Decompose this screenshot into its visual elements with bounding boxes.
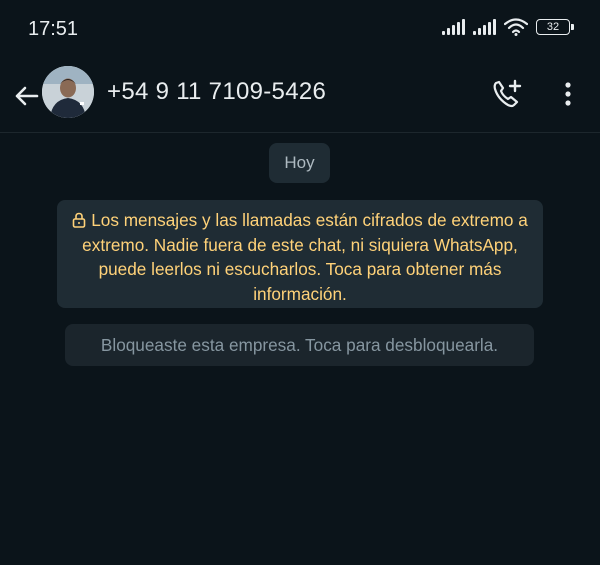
add-call-icon[interactable]: [490, 77, 524, 111]
battery-icon: 32: [536, 19, 574, 35]
signal-2-icon: [473, 19, 496, 35]
wifi-icon: [504, 18, 528, 36]
encryption-notice[interactable]: Los mensajes y las llamadas están cifrad…: [57, 200, 543, 308]
signal-1-icon: [442, 19, 465, 35]
battery-level: 32: [546, 21, 560, 33]
chat-header: +54 9 11 7109-5426: [0, 60, 600, 133]
status-icons: 32: [442, 18, 574, 36]
encryption-notice-text: Los mensajes y las llamadas están cifrad…: [82, 210, 528, 304]
contact-name[interactable]: +54 9 11 7109-5426: [107, 78, 326, 106]
avatar[interactable]: [42, 66, 94, 118]
status-bar: 17:51 32: [0, 0, 600, 60]
avatar-image: [42, 66, 94, 118]
date-chip: Hoy: [269, 143, 330, 183]
status-time: 17:51: [28, 18, 79, 40]
blocked-notice[interactable]: Bloqueaste esta empresa. Toca para desbl…: [65, 324, 534, 366]
lock-icon: [72, 212, 86, 228]
back-arrow-icon[interactable]: [10, 79, 44, 113]
more-options-icon[interactable]: [558, 77, 578, 111]
